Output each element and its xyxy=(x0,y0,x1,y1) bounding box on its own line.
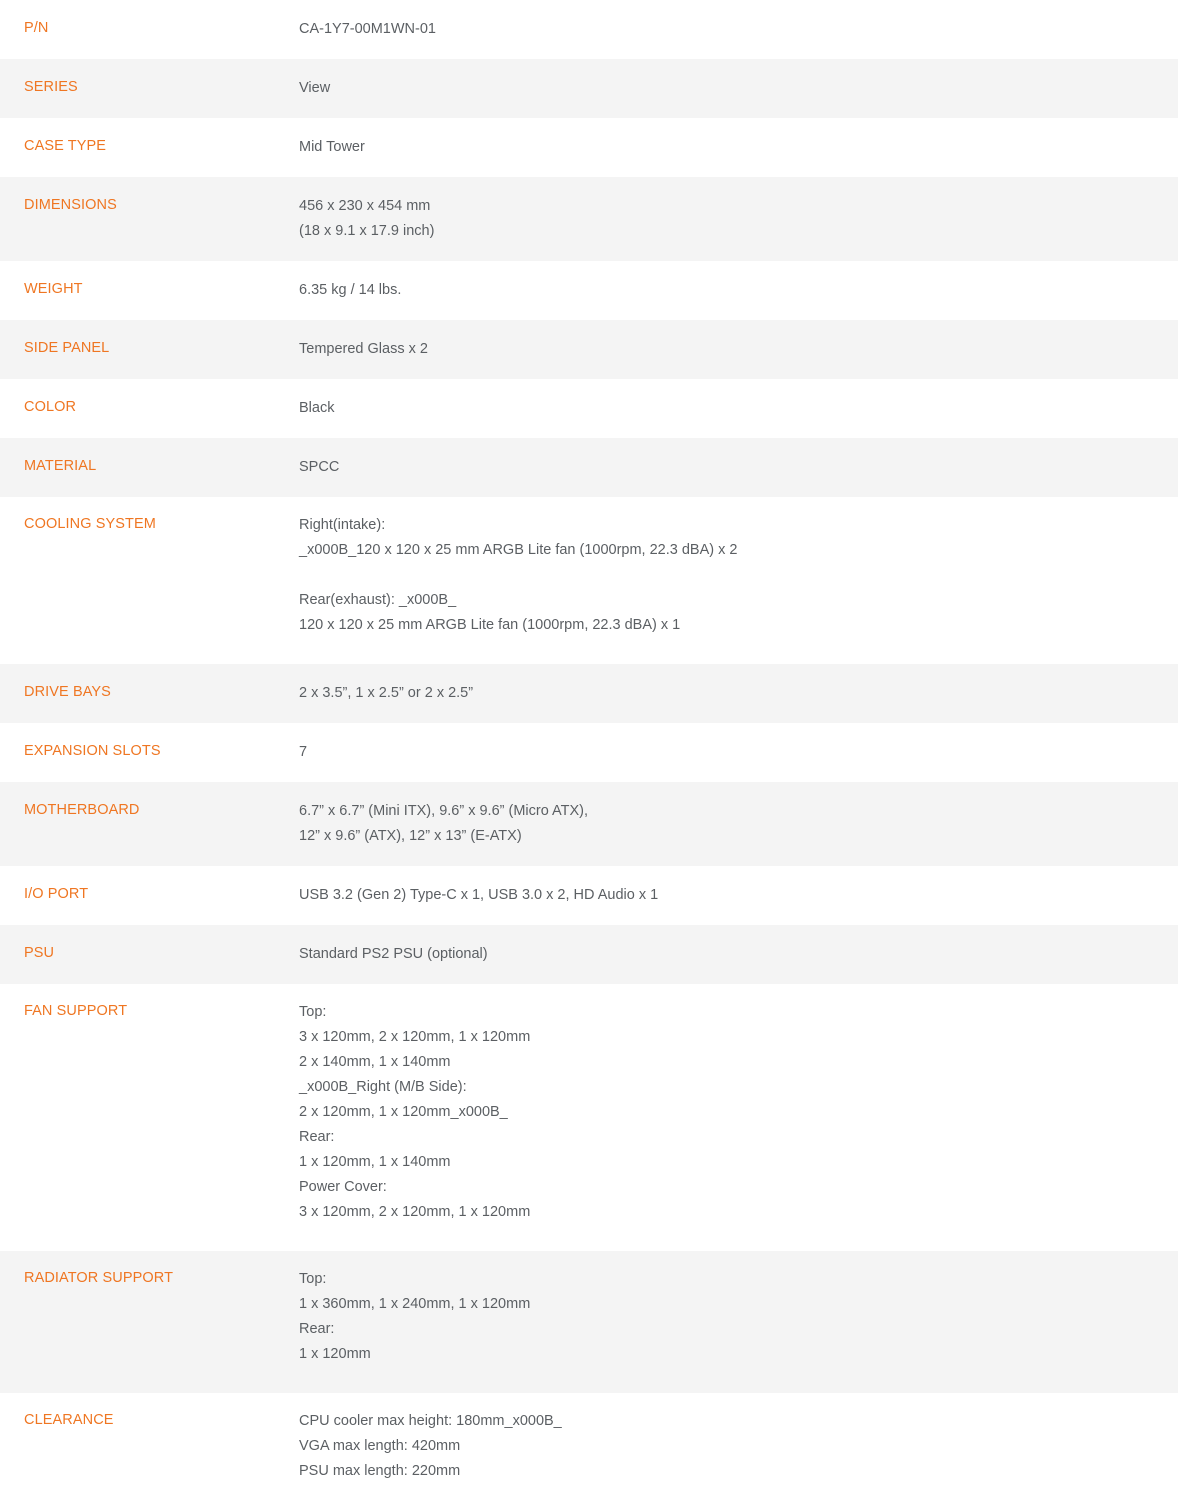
spec-label: CASE TYPE xyxy=(24,138,107,154)
spec-value-line: Top: xyxy=(299,1004,327,1020)
spec-label: SERIES xyxy=(24,79,78,95)
spec-value-line: 6.35 kg / 14 lbs. xyxy=(299,282,402,298)
spec-row: MOTHERBOARD 6.7” x 6.7” (Mini ITX), 9.6” … xyxy=(0,782,1178,866)
spec-value-line: 6.7” x 6.7” (Mini ITX), 9.6” x 9.6” (Mic… xyxy=(299,803,588,819)
spec-value-line: Black xyxy=(299,400,335,416)
spec-row: CLEARANCE CPU cooler max height: 180mm_x0… xyxy=(0,1393,1178,1510)
spec-label: WEIGHT xyxy=(24,281,83,297)
spec-label: DIMENSIONS xyxy=(24,197,117,213)
spec-value: CPU cooler max height: 180mm_x000B_ VGA m… xyxy=(299,1393,1178,1510)
spec-value: 2 x 3.5”, 1 x 2.5” or 2 x 2.5” xyxy=(299,664,1178,723)
spec-value-line: 2 x 3.5”, 1 x 2.5” or 2 x 2.5” xyxy=(299,685,474,701)
spec-label: COOLING SYSTEM xyxy=(24,516,156,532)
spec-row: I/O PORT USB 3.2 (Gen 2) Type-C x 1, USB … xyxy=(0,866,1178,925)
spec-row: DRIVE BAYS 2 x 3.5”, 1 x 2.5” or 2 x 2.5” xyxy=(0,664,1178,723)
spec-row: P/N CA-1Y7-00M1WN-01 xyxy=(0,0,1178,59)
spec-row: RADIATOR SUPPORT Top: 1 x 360mm, 1 x 240mm… xyxy=(0,1251,1178,1393)
spec-value-line: 456 x 230 x 454 mm xyxy=(299,198,431,214)
spec-label: P/N xyxy=(24,20,49,36)
spec-value-line: Rear: xyxy=(299,1129,335,1145)
spec-value-line: Power Cover: xyxy=(299,1179,387,1195)
spec-value-line: 1 x 120mm, 1 x 140mm xyxy=(299,1154,451,1170)
spec-label: RADIATOR SUPPORT xyxy=(24,1270,174,1286)
spec-value: Standard PS2 PSU (optional) xyxy=(299,925,1178,984)
spec-value-line: 2 x 120mm, 1 x 120mm_x000B_ xyxy=(299,1104,508,1120)
spec-value-line: 2 x 140mm, 1 x 140mm xyxy=(299,1054,451,1070)
spec-label: FAN SUPPORT xyxy=(24,1003,128,1019)
spec-value: SPCC xyxy=(299,438,1178,497)
spec-label: DRIVE BAYS xyxy=(24,684,111,700)
spec-value-line: 1 x 120mm xyxy=(299,1346,371,1362)
spec-row: PSU Standard PS2 PSU (optional) xyxy=(0,925,1178,984)
spec-value-line: 1 x 360mm, 1 x 240mm, 1 x 120mm xyxy=(299,1296,531,1312)
specification-table: P/N CA-1Y7-00M1WN-01 SERIES View CASE TYPE Mi… xyxy=(0,0,1178,1510)
spec-value-line: Right(intake): xyxy=(299,517,386,533)
spec-value: 456 x 230 x 454 mm (18 x 9.1 x 17.9 inch) xyxy=(299,177,1178,261)
spec-label: I/O PORT xyxy=(24,886,89,902)
spec-row: CASE TYPE Mid Tower xyxy=(0,118,1178,177)
spec-row: FAN SUPPORT Top: 3 x 120mm, 2 x 120mm, 1 x… xyxy=(0,984,1178,1251)
spec-value-line: 7 xyxy=(299,744,308,760)
spec-value: CA-1Y7-00M1WN-01 xyxy=(299,0,1178,59)
spec-row: MATERIAL SPCC xyxy=(0,438,1178,497)
spec-label: MOTHERBOARD xyxy=(24,802,140,818)
spec-value: 6.35 kg / 14 lbs. xyxy=(299,261,1178,320)
spec-value-line: CA-1Y7-00M1WN-01 xyxy=(299,21,436,37)
spec-value-line: View xyxy=(299,80,331,96)
spec-value-line: Top: xyxy=(299,1271,327,1287)
spec-label: EXPANSION SLOTS xyxy=(24,743,161,759)
spec-label: MATERIAL xyxy=(24,458,97,474)
spec-label: CLEARANCE xyxy=(24,1412,114,1428)
spec-value-line: 3 x 120mm, 2 x 120mm, 1 x 120mm xyxy=(299,1029,531,1045)
spec-value: 7 xyxy=(299,723,1178,782)
spec-value-line: CPU cooler max height: 180mm_x000B_ xyxy=(299,1413,562,1429)
spec-value-line: USB 3.2 (Gen 2) Type-C x 1, USB 3.0 x 2,… xyxy=(299,887,659,903)
spec-value: Tempered Glass x 2 xyxy=(299,320,1178,379)
spec-value: 6.7” x 6.7” (Mini ITX), 9.6” x 9.6” (Mic… xyxy=(299,782,1178,866)
spec-value-line: 12” x 9.6” (ATX), 12” x 13” (E-ATX) xyxy=(299,828,522,844)
spec-value-line: Tempered Glass x 2 xyxy=(299,341,428,357)
spec-value-line: _x000B_Right (M/B Side): xyxy=(299,1079,467,1095)
spec-row: SERIES View xyxy=(0,59,1178,118)
spec-value-line: _x000B_120 x 120 x 25 mm ARGB Lite fan (… xyxy=(299,542,738,558)
spec-value-line: SPCC xyxy=(299,459,340,475)
spec-value-line: Rear(exhaust): _x000B_ xyxy=(299,592,457,608)
spec-value: USB 3.2 (Gen 2) Type-C x 1, USB 3.0 x 2,… xyxy=(299,866,1178,925)
spec-value: View xyxy=(299,59,1178,118)
spec-label: PSU xyxy=(24,945,55,961)
spec-row: SIDE PANEL Tempered Glass x 2 xyxy=(0,320,1178,379)
spec-row: COLOR Black xyxy=(0,379,1178,438)
spec-row: WEIGHT 6.35 kg / 14 lbs. xyxy=(0,261,1178,320)
spec-value-line: Standard PS2 PSU (optional) xyxy=(299,946,488,962)
spec-value-line: 3 x 120mm, 2 x 120mm, 1 x 120mm xyxy=(299,1204,531,1220)
spec-value: Mid Tower xyxy=(299,118,1178,177)
spec-value: Right(intake): _x000B_120 x 120 x 25 mm A… xyxy=(299,497,1178,664)
spec-value-line: VGA max length: 420mm xyxy=(299,1438,461,1454)
spec-value-line xyxy=(299,563,1158,588)
spec-value: Top: 3 x 120mm, 2 x 120mm, 1 x 120mm 2 x 1… xyxy=(299,984,1178,1251)
spec-value-line: (18 x 9.1 x 17.9 inch) xyxy=(299,223,435,239)
spec-value-line: 120 x 120 x 25 mm ARGB Lite fan (1000rpm… xyxy=(299,617,681,633)
spec-row: DIMENSIONS 456 x 230 x 454 mm (18 x 9.1 x … xyxy=(0,177,1178,261)
spec-value: Top: 1 x 360mm, 1 x 240mm, 1 x 120mm Rear:… xyxy=(299,1251,1178,1393)
spec-value: Black xyxy=(299,379,1178,438)
spec-label: COLOR xyxy=(24,399,77,415)
spec-row: COOLING SYSTEM Right(intake): _x000B_120 x… xyxy=(0,497,1178,664)
spec-value-line: PSU max length: 220mm xyxy=(299,1463,461,1479)
spec-value-line: Rear: xyxy=(299,1321,335,1337)
spec-value-line: Mid Tower xyxy=(299,139,365,155)
spec-row: EXPANSION SLOTS 7 xyxy=(0,723,1178,782)
spec-label: SIDE PANEL xyxy=(24,340,110,356)
